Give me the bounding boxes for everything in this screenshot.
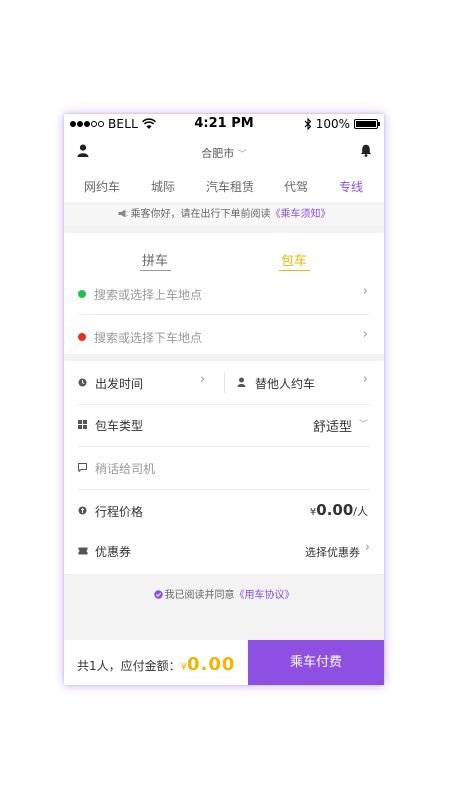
price-icon — [78, 506, 87, 515]
coupon-label: 优惠券 — [95, 545, 132, 559]
service-tabs: 网约车 城际 汽车租赁 代驾 专线 — [64, 172, 384, 202]
price-unit: /人 — [353, 505, 368, 518]
grid-icon — [78, 420, 87, 429]
dropoff-location[interactable]: 搜索或选择下车地点 › — [64, 325, 384, 357]
message-to-driver[interactable]: 稍话给司机 — [64, 455, 384, 483]
pickup-placeholder: 搜索或选择上车地点 — [94, 288, 203, 302]
status-bar: BELL 4:21 PM 100% — [64, 114, 384, 134]
departure-time-picker[interactable]: 出发时间 › — [64, 370, 224, 398]
section-gap — [64, 354, 384, 361]
total-label: 共1人，应付金额： — [77, 659, 181, 673]
pickup-dot — [78, 290, 86, 298]
person-icon — [237, 377, 246, 387]
phone-screen: BELL 4:21 PM 100% 合肥市 ﹀ 网约车 城际 汽车租赁 代驾 专… — [64, 114, 384, 685]
tab-underline — [140, 270, 171, 271]
tab-dedicated-line[interactable]: 专线 — [339, 178, 363, 195]
tab-designated-driver[interactable]: 代驾 — [284, 178, 308, 195]
chevron-right-icon: › — [364, 540, 370, 555]
pickup-location[interactable]: 搜索或选择上车地点 › — [64, 282, 384, 314]
bell-icon[interactable] — [360, 144, 372, 157]
battery-percent: 100% — [315, 117, 350, 131]
options-row: 出发时间 › 替他人约车 › — [64, 370, 384, 398]
user-agreement-link[interactable]: 《用车协议》 — [235, 590, 295, 601]
book-for-others-label: 替他人约车 — [255, 377, 316, 391]
chevron-right-icon: › — [362, 372, 368, 387]
coupon-row[interactable]: 优惠券 选择优惠券 › — [64, 539, 384, 569]
divider — [78, 489, 370, 490]
chevron-right-icon: › — [362, 284, 368, 299]
agreement-text: 我已阅读并同意 — [164, 590, 235, 601]
battery-icon — [354, 119, 380, 129]
divider — [78, 446, 370, 447]
section-gap — [64, 225, 384, 233]
tab-charter[interactable]: 包车 — [281, 250, 307, 269]
chevron-down-icon: ﹀ — [358, 420, 368, 430]
check-circle-icon[interactable] — [153, 590, 163, 599]
price-display: ¥0.00/人 — [310, 501, 368, 519]
tab-carpool[interactable]: 拼车 — [142, 250, 168, 269]
charter-type-selector[interactable]: 包车类型 舒适型 ﹀ — [64, 412, 384, 440]
agreement[interactable]: 我已阅读并同意《用车协议》 — [64, 586, 384, 601]
clock-icon — [78, 378, 87, 387]
price-value: 0.00 — [316, 501, 354, 519]
tab-ride-hailing[interactable]: 网约车 — [84, 178, 120, 195]
dropoff-dot — [78, 333, 86, 341]
city-selector[interactable]: 合肥市 ﹀ — [64, 145, 384, 161]
pay-button[interactable]: 乘车付费 — [248, 640, 384, 685]
dropoff-placeholder: 搜索或选择下车地点 — [94, 331, 203, 345]
notice-bar[interactable]: 乘客你好，请在出行下单前阅读《乘车须知》 — [64, 205, 384, 225]
tab-car-rental[interactable]: 汽车租赁 — [206, 178, 254, 195]
chat-icon — [78, 463, 87, 472]
city-header: 合肥市 ﹀ — [64, 140, 384, 164]
departure-label: 出发时间 — [95, 377, 144, 391]
city-name: 合肥市 — [201, 147, 235, 160]
coupon-action: 选择优惠券 — [305, 546, 360, 559]
tab-intercity[interactable]: 城际 — [151, 178, 175, 195]
charter-type-label: 包车类型 — [95, 419, 144, 433]
total-value: 0.00 — [187, 654, 236, 675]
total-amount: 共1人，应付金额：¥0.00 — [77, 654, 235, 675]
megaphone-icon — [118, 209, 128, 218]
ticket-icon — [78, 547, 88, 555]
active-tab-underline — [279, 270, 310, 271]
passenger-notice-link[interactable]: 《乘车须知》 — [271, 209, 331, 220]
notice-text: 乘客你好，请在出行下单前阅读 — [130, 209, 271, 220]
divider — [78, 314, 370, 315]
charter-type-value: 舒适型 — [312, 420, 352, 435]
footer-bg — [64, 574, 384, 640]
divider — [78, 404, 370, 405]
message-placeholder: 稍话给司机 — [95, 462, 156, 476]
chevron-right-icon: › — [200, 372, 206, 387]
price-label: 行程价格 — [95, 505, 144, 519]
bluetooth-icon — [304, 118, 311, 130]
chevron-down-icon: ﹀ — [237, 150, 247, 160]
checkout-bar: 共1人，应付金额：¥0.00 乘车付费 — [64, 640, 384, 685]
chevron-right-icon: › — [362, 327, 368, 342]
price-row: 行程价格 ¥0.00/人 — [64, 498, 384, 528]
book-for-others[interactable]: 替他人约车 › — [225, 370, 384, 398]
